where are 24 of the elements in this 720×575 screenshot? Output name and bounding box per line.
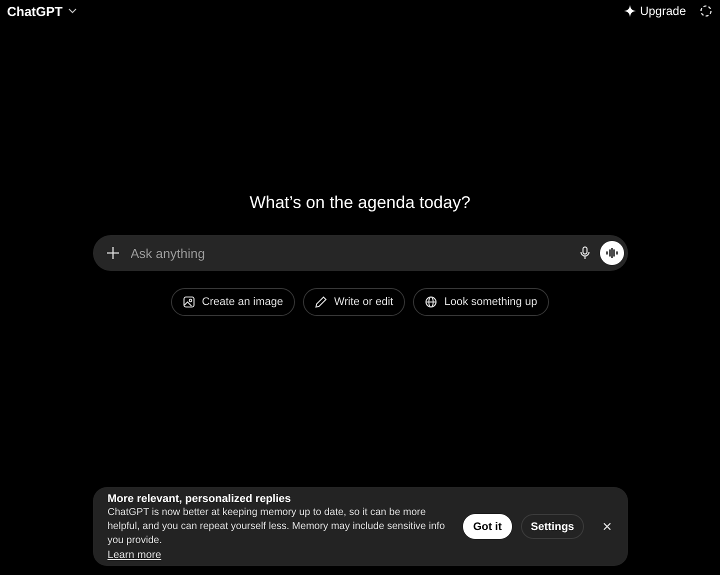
greeting-heading: What’s on the agenda today?: [250, 193, 470, 213]
close-icon[interactable]: [603, 522, 612, 531]
waveform-icon: [606, 248, 618, 258]
banner-button[interactable]: Settings: [520, 514, 584, 539]
voice-button[interactable]: [600, 241, 624, 265]
dashed-circle-icon[interactable]: [700, 5, 712, 17]
upgrade-button[interactable]: Upgrade: [624, 4, 686, 18]
banner-message: ChatGPT is now better at keeping memory up to date, so it can be more helpful, and you can repeat yourself less. Memory may include sensitive info you provide.: [108, 506, 446, 548]
prompt-input[interactable]: Ask anything: [128, 244, 570, 262]
learn-more-link[interactable]: Learn more: [108, 548, 162, 562]
pencil-icon: [315, 296, 328, 308]
sparkle-icon: [624, 5, 636, 17]
model-menu-button[interactable]: ChatGPT: [7, 4, 77, 18]
suggestion-chip[interactable]: Create an image: [170, 288, 296, 316]
microphone-icon[interactable]: [580, 246, 590, 260]
prompt-field[interactable]: Ask anything: [92, 235, 628, 271]
image-icon: [182, 296, 195, 308]
globe-icon: [425, 296, 438, 308]
banner-button[interactable]: Got it: [463, 514, 512, 539]
suggestion-chip[interactable]: Write or edit: [303, 288, 406, 316]
banner-title: More relevant, personalized replies: [108, 492, 292, 506]
plus-icon[interactable]: [106, 247, 118, 259]
suggestion-chip[interactable]: Look something up: [413, 288, 550, 316]
chevron-down-icon: [68, 8, 77, 14]
